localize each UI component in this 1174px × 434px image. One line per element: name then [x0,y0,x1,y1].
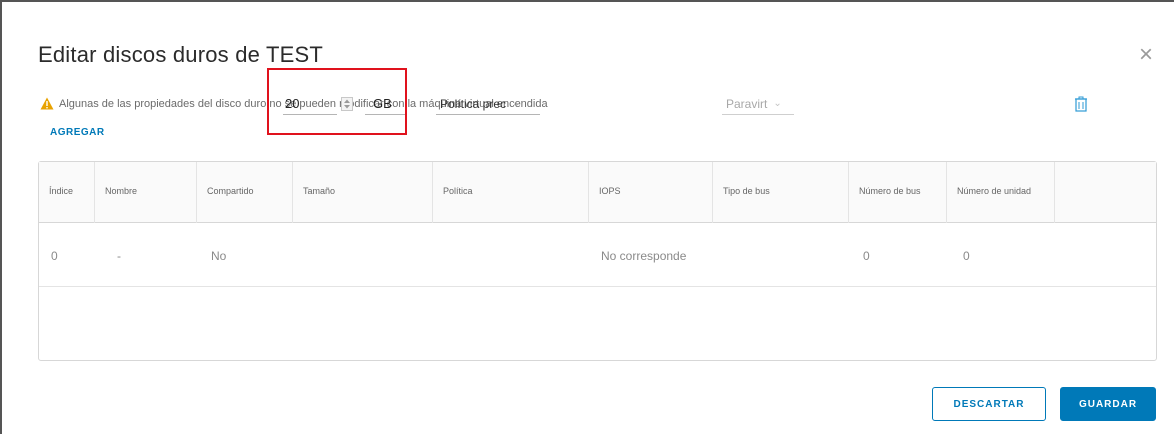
column-header-bus-type[interactable]: Tipo de bus [713,162,849,223]
cell-shared: No [211,248,227,263]
cell-unit-number: 0 [963,248,970,263]
bus-type-select-value: Paravirt [726,96,768,111]
policy-select-value: Política prec [440,96,507,111]
grid-header: Índice Nombre Compartido Tamaño Política… [39,162,1156,223]
add-button[interactable]: AGREGAR [50,127,105,138]
cell-index: 0 [51,248,58,263]
table-row: 0 - No No corresponde 0 0 [39,224,1156,287]
disks-grid: Índice Nombre Compartido Tamaño Política… [38,161,1157,361]
dialog-title: Editar discos duros de TEST [38,42,324,67]
cell-name: - [117,248,121,263]
column-header-shared[interactable]: Compartido [197,162,293,223]
policy-select[interactable]: Política prec ⌄ [436,93,540,115]
close-icon[interactable]: × [1135,43,1157,67]
size-stepper-icon[interactable] [341,97,353,111]
bus-type-select[interactable]: Paravirt ⌄ [722,93,794,115]
cell-iops: No corresponde [601,248,687,263]
column-header-bus-number[interactable]: Número de bus [849,162,947,223]
save-button[interactable]: GUARDAR [1060,387,1156,421]
column-header-iops[interactable]: IOPS [589,162,713,223]
column-header-size[interactable]: Tamaño [293,162,433,223]
size-unit-select[interactable]: GB [365,93,405,115]
discard-button[interactable]: DESCARTAR [932,387,1046,421]
delete-disk-icon[interactable] [1074,96,1088,112]
column-header-policy[interactable]: Política [433,162,589,223]
warning-triangle-icon [40,97,54,110]
size-input[interactable]: 20 [283,93,337,115]
window-frame: Editar discos duros de TEST × Algunas de… [0,0,1174,434]
column-header-unit-number[interactable]: Número de unidad [947,162,1055,223]
edit-disks-dialog: Editar discos duros de TEST × Algunas de… [10,10,1170,434]
column-header-actions [1055,162,1158,223]
chevron-down-icon: ⌄ [512,98,521,109]
column-header-name[interactable]: Nombre [95,162,197,223]
cell-bus-number: 0 [863,248,870,263]
column-header-index[interactable]: Índice [39,162,95,223]
chevron-down-icon: ⌄ [773,98,782,109]
